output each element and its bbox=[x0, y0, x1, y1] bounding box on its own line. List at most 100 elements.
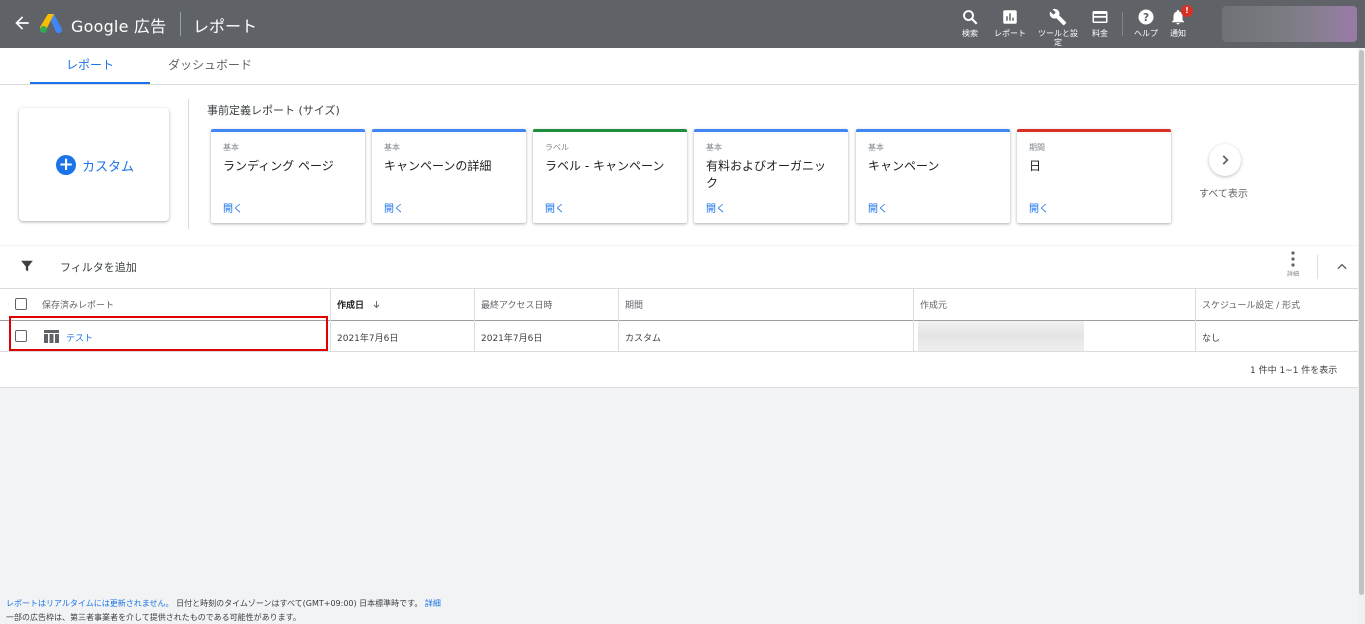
card-category: 期間 bbox=[1029, 143, 1045, 152]
column-header-owner[interactable]: 作成元 bbox=[920, 298, 947, 311]
card-open-link[interactable]: 開く bbox=[545, 200, 565, 215]
column-divider bbox=[618, 288, 619, 352]
column-header-period[interactable]: 期間 bbox=[625, 298, 643, 311]
saved-reports-table: フィルタを追加 詳細 保存済みレポート 作成日 最終アクセス日時 期間 作成元 … bbox=[0, 246, 1358, 388]
predefined-card-day[interactable]: 期間 日 開く bbox=[1017, 129, 1171, 223]
cell-schedule: なし bbox=[1202, 334, 1221, 344]
custom-report-content: + カスタム bbox=[56, 155, 134, 175]
search-tool-label: 検索 bbox=[962, 29, 978, 38]
notifications-tool-button[interactable]: 通知 ! bbox=[1158, 5, 1198, 38]
column-header-created-date[interactable]: 作成日 bbox=[337, 298, 381, 311]
card-open-link[interactable]: 開く bbox=[868, 200, 888, 215]
more-options-button[interactable]: 詳細 bbox=[1282, 251, 1304, 278]
page-title: レポート bbox=[193, 17, 258, 36]
tools-settings-button[interactable]: ツールと設定 bbox=[1038, 8, 1078, 47]
column-header-created-date-label: 作成日 bbox=[337, 301, 365, 311]
tools-settings-label: ツールと設定 bbox=[1038, 29, 1078, 47]
column-divider bbox=[913, 288, 914, 352]
billing-card-icon bbox=[1092, 11, 1108, 23]
realtime-notice-link[interactable]: レポートはリアルタイムには更新されません。 bbox=[6, 599, 174, 608]
cell-owner-blurred bbox=[918, 321, 1084, 351]
tab-dashboard[interactable]: ダッシュボード bbox=[150, 48, 270, 84]
column-divider bbox=[1195, 288, 1196, 352]
section-divider bbox=[188, 99, 189, 229]
custom-report-label: カスタム bbox=[82, 159, 135, 175]
back-arrow-icon[interactable] bbox=[12, 13, 32, 33]
billing-tool-label: 料金 bbox=[1092, 29, 1108, 38]
column-header-last-access[interactable]: 最終アクセス日時 bbox=[481, 298, 553, 311]
pagination-summary: 1 件中 1~1 件を表示 bbox=[1250, 366, 1338, 376]
card-category: 基本 bbox=[868, 143, 884, 152]
cell-period: カスタム bbox=[625, 334, 662, 344]
card-name: 有料およびオーガニック bbox=[706, 159, 827, 190]
card-category: 基本 bbox=[706, 143, 722, 152]
card-name: ラベル - キャンペーン bbox=[545, 159, 665, 173]
plus-icon: + bbox=[56, 155, 76, 175]
card-open-link[interactable]: 開く bbox=[1029, 200, 1049, 215]
column-divider bbox=[474, 288, 475, 352]
custom-report-card[interactable]: + カスタム bbox=[19, 108, 169, 221]
cell-created-date: 2021年7月6日 bbox=[337, 334, 399, 344]
tab-bar: レポート ダッシュボード bbox=[0, 48, 1358, 85]
predefined-card-landing-page[interactable]: 基本 ランディング ページ 開く bbox=[211, 129, 365, 223]
card-open-link[interactable]: 開く bbox=[223, 200, 243, 215]
search-tool-button[interactable]: 検索 bbox=[950, 8, 990, 38]
more-vert-icon bbox=[1291, 251, 1295, 267]
filter-icon[interactable] bbox=[20, 259, 34, 273]
account-avatar-blurred[interactable] bbox=[1222, 6, 1357, 42]
card-name: ランディング ページ bbox=[223, 159, 334, 173]
next-cards-button[interactable] bbox=[1209, 144, 1241, 176]
brand-divider bbox=[180, 12, 181, 36]
sort-descending-icon bbox=[373, 301, 380, 309]
predefined-card-campaign[interactable]: 基本 キャンペーン 開く bbox=[856, 129, 1010, 223]
chevron-right-icon bbox=[1222, 155, 1229, 165]
card-name: キャンペーン bbox=[868, 159, 940, 173]
column-header-schedule[interactable]: スケジュール設定 / 形式 bbox=[1202, 298, 1300, 311]
add-filter-button[interactable]: フィルタを追加 bbox=[60, 259, 137, 275]
footer-notice: レポートはリアルタイムには更新されません。 日付と時刻のタイムゾーンはすべて(G… bbox=[6, 598, 441, 609]
select-all-checkbox[interactable] bbox=[15, 298, 27, 310]
toolbar-divider bbox=[1122, 12, 1123, 36]
toolbar-divider bbox=[1317, 255, 1318, 279]
reports-tool-label: レポート bbox=[994, 29, 1026, 38]
predefined-card-paid-organic[interactable]: 基本 有料およびオーガニック 開く bbox=[694, 129, 848, 223]
predefined-section-title: 事前定義レポート (サイズ) bbox=[207, 104, 340, 117]
top-app-bar: Google 広告 レポート 検索 レポート ツールと設定 料金 ? ヘルプ 通… bbox=[0, 0, 1365, 48]
reports-icon bbox=[1003, 10, 1017, 24]
notification-badge: ! bbox=[1181, 5, 1193, 17]
highlight-box bbox=[9, 316, 328, 351]
column-divider bbox=[330, 288, 331, 352]
search-icon bbox=[963, 10, 978, 25]
details-link[interactable]: 詳細 bbox=[425, 599, 441, 608]
scrollbar-thumb[interactable] bbox=[1359, 50, 1364, 595]
google-ads-logo-icon[interactable] bbox=[39, 12, 63, 34]
footer-third-party-notice: 一部の広告枠は、第三者事業者を介して提供されたものである可能性があります。 bbox=[6, 613, 301, 622]
timezone-notice: 日付と時刻のタイムゾーンはすべて(GMT+09:00) 日本標準時です。 bbox=[173, 599, 425, 608]
page-scrollbar[interactable] bbox=[1358, 48, 1365, 624]
cell-last-access: 2021年7月6日 bbox=[481, 334, 543, 344]
help-icon: ? bbox=[1138, 9, 1154, 25]
column-header-saved-report[interactable]: 保存済みレポート bbox=[42, 298, 114, 311]
predefined-card-label-campaign[interactable]: ラベル ラベル - キャンペーン 開く bbox=[533, 129, 687, 223]
row-bottom-border bbox=[0, 351, 1358, 352]
reports-tool-button[interactable]: レポート bbox=[990, 8, 1030, 38]
card-category: 基本 bbox=[384, 143, 400, 152]
card-open-link[interactable]: 開く bbox=[706, 200, 726, 215]
header-top-border bbox=[0, 288, 1358, 289]
show-all-link[interactable]: すべて表示 bbox=[1199, 185, 1248, 200]
tab-reports[interactable]: レポート bbox=[30, 48, 150, 84]
card-name: 日 bbox=[1029, 159, 1042, 173]
card-open-link[interactable]: 開く bbox=[384, 200, 404, 215]
billing-tool-button[interactable]: 料金 bbox=[1080, 8, 1120, 38]
predefined-card-campaign-details[interactable]: 基本 キャンペーンの詳細 開く bbox=[372, 129, 526, 223]
card-name: キャンペーンの詳細 bbox=[384, 159, 492, 173]
notifications-tool-label: 通知 bbox=[1170, 29, 1186, 38]
more-options-label: 詳細 bbox=[1286, 271, 1299, 278]
card-category: 基本 bbox=[223, 143, 239, 152]
svg-text:?: ? bbox=[1143, 12, 1149, 24]
report-templates-section: + カスタム 事前定義レポート (サイズ) 基本 ランディング ページ 開く 基… bbox=[0, 85, 1358, 245]
card-category: ラベル bbox=[545, 143, 569, 152]
wrench-icon bbox=[1049, 8, 1067, 26]
brand-title[interactable]: Google 広告 bbox=[71, 13, 166, 37]
chevron-up-icon[interactable] bbox=[1335, 260, 1349, 274]
